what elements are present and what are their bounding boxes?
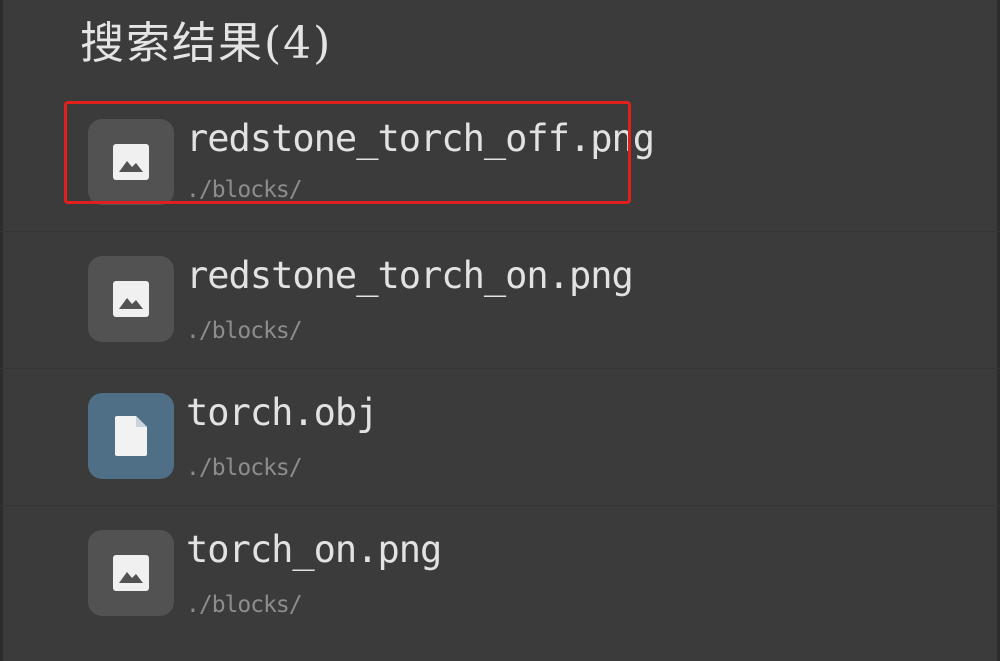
page-title: 搜索结果(4) xyxy=(80,18,333,69)
file-name: redstone_torch_off.png xyxy=(186,117,655,160)
file-path: ./blocks/ xyxy=(186,318,303,344)
document-file-icon xyxy=(88,393,174,479)
result-item[interactable]: torch_on.png ./blocks/ xyxy=(0,506,1000,643)
file-path: ./blocks/ xyxy=(186,592,303,618)
results-list: redstone_torch_off.png ./blocks/ redston… xyxy=(0,95,1000,643)
result-item[interactable]: torch.obj ./blocks/ xyxy=(0,369,1000,506)
file-path: ./blocks/ xyxy=(186,177,303,203)
result-item[interactable]: redstone_torch_off.png ./blocks/ xyxy=(0,95,1000,232)
search-results-screen: 搜索结果(4) redstone_torch_off.png ./blocks/… xyxy=(0,0,1000,661)
file-name: torch.obj xyxy=(186,391,378,434)
file-name: torch_on.png xyxy=(186,528,442,571)
image-file-icon xyxy=(88,256,174,342)
image-file-icon xyxy=(88,530,174,616)
file-path: ./blocks/ xyxy=(186,455,303,481)
image-file-icon xyxy=(88,119,174,205)
result-item[interactable]: redstone_torch_on.png ./blocks/ xyxy=(0,232,1000,369)
file-name: redstone_torch_on.png xyxy=(186,254,634,297)
